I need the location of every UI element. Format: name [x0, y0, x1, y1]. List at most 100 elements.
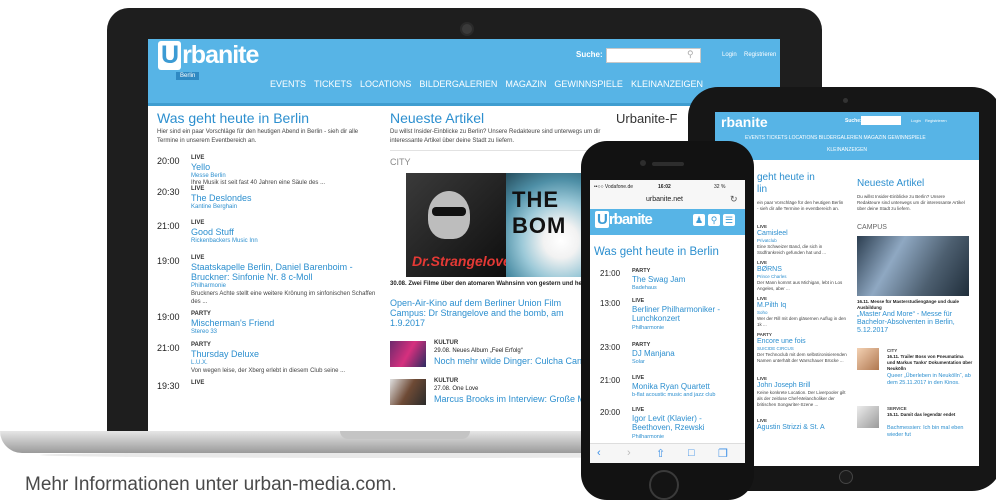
event-category: LIVE [632, 375, 645, 381]
event-item[interactable]: 20:30 LIVE The Deslondes Kantine Berghai… [157, 186, 382, 220]
event-location[interactable]: Philharmonie [632, 325, 664, 331]
event-title[interactable]: Berliner Philharmoniker - Lunchkonzert [632, 305, 732, 323]
event-location[interactable]: L.U.X. [191, 360, 208, 366]
event-item[interactable]: 19:00 LIVE Staatskapelle Berlin, Daniel … [157, 255, 382, 311]
event-title[interactable]: John Joseph Brill [757, 382, 847, 390]
event-item[interactable]: 21:00 LIVE Good Stuff Rickenbackers Musi… [157, 220, 382, 255]
list-item[interactable]: CITY 16.11. Trailer Boss von Pneumatima … [857, 348, 975, 406]
share-icon[interactable]: ⇧ [656, 447, 665, 460]
event-title[interactable]: M.Pilth Iq [757, 302, 847, 310]
list-item[interactable]: SERVICE 15.11. Damit das legendär endet … [857, 406, 975, 446]
list-item[interactable]: LIVE John Joseph Brill Keine konkrete Lo… [757, 376, 847, 418]
nav-kleinanzeigen[interactable]: KLEINANZEIGEN [631, 79, 703, 89]
site-header-stripe [148, 103, 780, 106]
article-thumb[interactable] [857, 348, 879, 370]
event-location[interactable]: Philharmonie [191, 283, 226, 289]
list-item[interactable]: LIVE M.Pilth Iq Soho Wer der Rill mit de… [757, 296, 847, 332]
event-item[interactable]: 19:00 PARTY Mischerman's Friend Stereo 3… [157, 311, 382, 342]
event-title[interactable]: BØRNS [757, 266, 847, 274]
forward-icon[interactable]: › [627, 447, 631, 459]
event-item[interactable]: 21:00 PARTY Thursday Deluxe L.U.X. Von w… [157, 342, 382, 380]
article-title[interactable]: Marcus Brooks im Interview: Große Musik [434, 394, 601, 404]
event-title[interactable]: Monika Ryan Quartett [632, 382, 710, 391]
user-icon[interactable]: ♟ [693, 214, 705, 226]
event-item[interactable]: 23:00 PARTY DJ Manjana Solar [600, 342, 740, 375]
event-item[interactable]: 13:00 LIVE Berliner Philharmoniker - Lun… [600, 298, 740, 342]
event-title[interactable]: Staatskapelle Berlin, Daniel Barenboim -… [191, 262, 361, 282]
event-location[interactable]: Rickenbackers Music Inn [191, 238, 258, 244]
event-title[interactable]: Thursday Deluxe [191, 349, 259, 359]
article-title[interactable]: Open-Air-Kino auf dem Berliner Union Fil… [390, 298, 588, 328]
tablet-search-input[interactable] [861, 116, 901, 125]
tablet-article-image[interactable] [857, 236, 969, 296]
event-title[interactable]: Igor Levit (Klavier) - Beethoven, Rzewsk… [632, 414, 732, 432]
nav-bildergalerien[interactable]: BILDERGALERIEN [419, 79, 497, 89]
event-title[interactable]: Yello [191, 162, 210, 172]
event-item[interactable]: 20:00 LIVE Yello Messe Berlin Ihre Musik… [157, 155, 382, 186]
tablet-register-link[interactable]: Registrieren [925, 118, 947, 123]
event-location[interactable]: Solar [632, 359, 645, 365]
event-title[interactable]: Good Stuff [191, 227, 234, 237]
section-divider [390, 150, 605, 151]
article-title[interactable]: Noch mehr wilde Dinger: Culcha Candela [434, 356, 599, 366]
city-badge[interactable]: Berlin [176, 72, 200, 80]
event-item[interactable]: 19:30 LIVE [157, 380, 382, 392]
event-item[interactable]: 21:00 LIVE Monika Ryan Quartett b-flat a… [600, 375, 740, 407]
tablet-nav[interactable]: EVENTS TICKETS LOCATIONS BILDERGALERIEN … [745, 135, 926, 141]
event-item[interactable]: 21:00 PARTY The Swag Jam Badehaus [600, 268, 740, 298]
list-item[interactable]: KULTUR 29.08. Neues Album „Feel Erfolg“ … [390, 340, 605, 378]
nav-gewinnspiele[interactable]: GEWINNSPIELE [554, 79, 623, 89]
nav-magazin[interactable]: MAGAZIN [505, 79, 546, 89]
tablet-login-link[interactable]: Login [911, 118, 921, 123]
urbanite-logo[interactable]: Urbanite [158, 41, 259, 70]
tablet-home-button[interactable] [839, 470, 853, 484]
nav-locations[interactable]: LOCATIONS [360, 79, 411, 89]
event-location[interactable]: Stereo 33 [191, 329, 217, 335]
search-icon[interactable]: ⚲ [687, 49, 694, 60]
article-title[interactable]: Bachmessien: Ich bin mal eben wieder fut [887, 425, 973, 439]
tablet-events-heading: geht heute in [757, 172, 815, 183]
event-item[interactable]: 20:00 LIVE Igor Levit (Klavier) - Beetho… [600, 407, 740, 447]
tabs-icon[interactable]: ❐ [718, 447, 728, 460]
list-item[interactable]: KULTUR 27.08. One Love Marcus Brooks im … [390, 378, 605, 408]
event-title[interactable]: Camisleel [757, 230, 847, 238]
list-item[interactable]: PARTY Encore une fois SUICIDE CIRCUS Der… [757, 332, 847, 376]
menu-icon[interactable]: ☰ [723, 214, 735, 226]
phone-speaker [652, 162, 684, 166]
tablet-nav-kleinanzeigen[interactable]: KLEINANZEIGEN [827, 147, 867, 153]
tablet-logo[interactable]: rbanite [721, 114, 768, 130]
nav-events[interactable]: EVENTS [270, 79, 306, 89]
list-item[interactable]: LIVE Camisleel Privatclub Eine Schweizer… [757, 224, 847, 260]
event-title[interactable]: The Deslondes [191, 193, 252, 203]
article-thumb[interactable] [390, 379, 426, 405]
phone-logo[interactable]: Urbanite [595, 211, 653, 228]
search-icon[interactable]: ⚲ [708, 214, 720, 226]
login-link[interactable]: Login [722, 52, 737, 58]
event-title[interactable]: Mischerman's Friend [191, 318, 274, 328]
event-title[interactable]: Encore une fois [757, 338, 847, 346]
phone-home-button[interactable] [649, 470, 679, 500]
article-thumb[interactable] [390, 341, 426, 367]
event-title[interactable]: The Swag Jam [632, 275, 685, 284]
list-item[interactable]: LIVE Agustin Strizzi & St. A [757, 418, 847, 434]
bookmarks-icon[interactable]: □ [688, 447, 695, 459]
article-thumb[interactable] [857, 406, 879, 428]
back-icon[interactable]: ‹ [597, 447, 601, 459]
phone-screen: ••○○ Vodafone.de 16:02 32 % urbanite.net… [590, 180, 745, 463]
nav-tickets[interactable]: TICKETS [314, 79, 352, 89]
main-nav: EVENTS TICKETS LOCATIONS BILDERGALERIEN MAGA… [270, 79, 711, 89]
event-location[interactable]: Philharmonie [632, 434, 664, 440]
right-heading: Urbanite-F [616, 111, 678, 126]
article-image[interactable]: Dr.Strangelove THE BOM [406, 173, 606, 277]
list-item[interactable]: LIVE BØRNS Prince Charles Der Mann kommt… [757, 260, 847, 296]
event-title[interactable]: DJ Manjana [632, 349, 675, 358]
register-link[interactable]: Registrieren [744, 52, 776, 58]
event-location[interactable]: Badehaus [632, 285, 657, 291]
event-location[interactable]: b-flat acoustic music and jazz club [632, 392, 715, 398]
url-field[interactable]: urbanite.net [646, 196, 683, 203]
event-title[interactable]: Agustin Strizzi & St. A [757, 424, 847, 432]
reload-icon[interactable]: ↻ [730, 194, 738, 205]
tablet-article-title[interactable]: „Master And More“ - Messe für Bachelor-A… [857, 311, 971, 335]
event-location[interactable]: Kantine Berghain [191, 204, 237, 210]
article-title[interactable]: Queer „Überleben in Neukölln“, ab dem 25… [887, 373, 973, 387]
